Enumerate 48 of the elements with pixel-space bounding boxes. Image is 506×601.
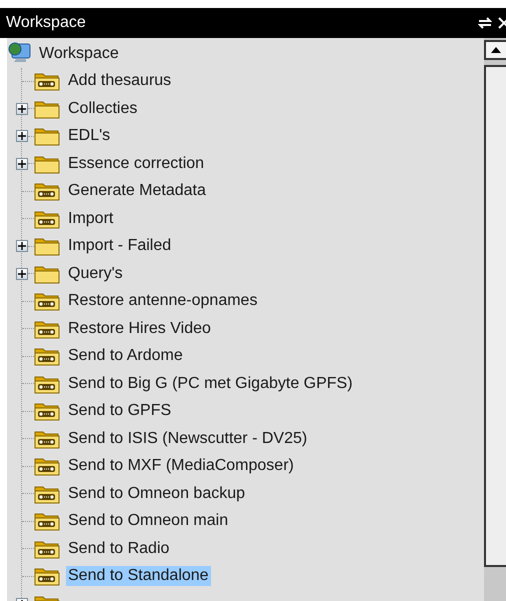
tree-item[interactable]: Restore Hires Video [66,318,213,339]
tree-item[interactable]: Collecties [66,98,140,119]
tree-item[interactable]: Send to MXF (MediaComposer) [66,456,296,476]
tree-item[interactable]: Send to Ardome [66,346,185,366]
tree-item[interactable]: Restore antenne-opnames [66,291,260,312]
folder-link-icon [34,456,60,476]
folder-link-icon [34,484,60,504]
tree-item[interactable]: Send to Omneon backup [66,484,248,504]
window-title: Workspace [6,14,87,32]
folder-link-icon [34,566,60,586]
tree-item[interactable]: Essence correction [66,154,206,174]
expand-icon[interactable] [16,102,28,115]
folder-link-icon [34,538,60,559]
tree-item[interactable]: Import [66,208,116,229]
folder-link-icon [34,401,60,422]
tree-item[interactable]: Send to GPFS [66,401,174,422]
folder-link-icon [34,71,60,92]
close-icon[interactable] [498,17,506,29]
tree-root-label[interactable]: Workspace [39,44,119,63]
folder-icon [34,154,60,174]
folder-icon [34,264,60,284]
tree-item[interactable]: Query's [66,264,125,284]
tree-item[interactable]: Generate Metadata [66,181,208,202]
folder-link-icon [34,181,60,202]
tree-item[interactable]: Import - Failed [66,236,174,256]
folder-link-icon [34,318,60,339]
folder-icon [34,98,60,119]
tree-item[interactable]: Send to Standalone [66,566,211,586]
folder-link-icon [34,374,60,394]
tree-item[interactable]: EDL's [66,126,112,146]
tree-item[interactable]: Add thesaurus [66,71,174,92]
folder-link-icon [34,208,60,229]
folder-icon [34,236,60,256]
folder-link-icon [34,346,60,366]
expand-icon[interactable] [16,240,28,252]
up-arrow-icon [491,47,501,53]
tree-item[interactable]: Send to Big G (PC met Gigabyte GPFS) [66,374,355,394]
expand-icon[interactable] [16,130,28,142]
folder-link-icon [34,428,60,449]
folder-link-icon [34,511,60,532]
tree-item[interactable]: Send to ISIS (Newscutter - DV25) [66,428,310,449]
folder-icon [34,126,60,146]
tree-item[interactable]: Send to Omneon main [66,511,230,532]
expand-icon[interactable] [16,268,28,280]
expand-icon[interactable] [16,158,28,170]
folder-link-icon [34,291,60,312]
scroll-up-button[interactable] [484,40,506,60]
tree-item[interactable]: Send to Radio [66,538,172,559]
